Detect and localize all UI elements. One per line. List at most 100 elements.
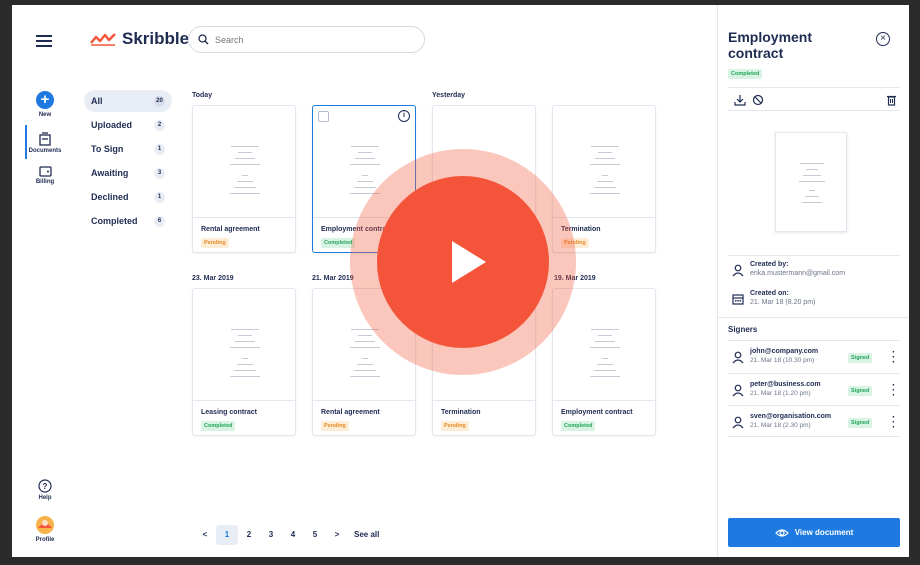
filter-label: All <box>91 96 103 106</box>
status-badge: Pending <box>201 238 229 248</box>
group-label-today: Today <box>192 92 213 99</box>
status-badge: Completed <box>728 69 763 79</box>
filter-count: 1 <box>154 191 165 203</box>
profile-label: Profile <box>35 537 55 543</box>
divider <box>718 317 909 318</box>
trash-icon[interactable] <box>886 94 897 106</box>
filter-to-sign[interactable]: To Sign 1 <box>84 138 172 160</box>
panel-toolbar <box>728 87 900 111</box>
search-icon <box>198 34 209 45</box>
page-4-button[interactable]: 4 <box>282 525 304 545</box>
panel-title: Employment contract <box>728 29 813 61</box>
block-icon[interactable] <box>752 94 764 106</box>
created-by-value: erika.mustermann@gmail.com <box>750 270 846 277</box>
calendar-icon <box>732 294 744 305</box>
page-1-button[interactable]: 1 <box>216 525 238 545</box>
select-checkbox[interactable] <box>318 111 329 122</box>
rail-item-profile[interactable]: Profile <box>12 515 78 543</box>
rail-item-help[interactable]: ? Help <box>12 479 78 501</box>
status-badge: Pending <box>321 421 349 431</box>
avatar <box>36 516 54 534</box>
see-all-link[interactable]: See all <box>354 525 379 545</box>
signers-heading: Signers <box>728 325 758 334</box>
eye-icon <box>774 528 789 537</box>
document-preview[interactable] <box>775 132 847 232</box>
group-label-yesterday: Yesterday <box>432 92 466 99</box>
page-3-button[interactable]: 3 <box>260 525 282 545</box>
document-title: Termination <box>441 409 481 416</box>
created-on-label: Created on: <box>750 290 789 297</box>
brand-logo[interactable]: Skribble <box>90 25 189 53</box>
signer-date: 21. Mar 18 (1.20 pm) <box>750 390 811 397</box>
documents-icon <box>39 132 51 146</box>
search-bar[interactable] <box>188 26 425 53</box>
filter-count: 3 <box>154 167 165 179</box>
more-options-icon[interactable]: · · · <box>892 381 895 401</box>
filter-completed[interactable]: Completed 6 <box>84 210 172 232</box>
page-5-button[interactable]: 5 <box>304 525 326 545</box>
view-document-label: View document <box>794 528 854 537</box>
more-options-icon[interactable]: · · · <box>892 348 895 368</box>
filter-awaiting[interactable]: Awaiting 3 <box>84 162 172 184</box>
signed-badge: Signed <box>848 386 873 396</box>
filter-declined[interactable]: Declined 1 <box>84 186 172 208</box>
filter-count: 6 <box>154 215 165 227</box>
document-card[interactable]: Leasing contract Completed <box>192 288 296 436</box>
help-icon: ? <box>38 479 52 493</box>
filter-count: 1 <box>154 143 165 155</box>
plus-icon: + <box>36 91 54 109</box>
signer-date: 21. Mar 18 (10.30 pm) <box>750 357 815 364</box>
wallet-icon <box>38 166 52 177</box>
search-input[interactable] <box>215 34 405 45</box>
signer-email: sven@organisation.com <box>750 413 832 420</box>
document-thumbnail <box>553 289 655 401</box>
filter-label: Completed <box>91 216 138 226</box>
info-icon[interactable]: i <box>398 110 410 122</box>
document-card[interactable]: Employment contract Completed <box>552 288 656 436</box>
next-page-button[interactable]: > <box>326 525 348 545</box>
rail-item-billing[interactable]: Billing <box>12 165 78 185</box>
signer-icon <box>732 351 744 364</box>
group-label-date: 21. Mar 2019 <box>312 275 354 282</box>
created-by-label: Created by: <box>750 261 789 268</box>
download-icon[interactable] <box>734 94 746 106</box>
filter-label: Uploaded <box>91 120 133 130</box>
skribble-logo-icon <box>90 33 116 46</box>
page-2-button[interactable]: 2 <box>238 525 260 545</box>
signer-row[interactable]: peter@business.com 21. Mar 18 (1.20 pm) … <box>728 373 900 405</box>
document-thumbnail <box>193 106 295 218</box>
prev-page-button[interactable]: < <box>194 525 216 545</box>
brand-name: Skribble <box>122 29 190 48</box>
signer-row[interactable]: john@company.com 21. Mar 18 (10.30 pm) S… <box>728 340 900 372</box>
status-badge: Completed <box>201 421 236 431</box>
document-thumbnail <box>553 106 655 218</box>
menu-icon[interactable] <box>36 35 52 47</box>
billing-label: Billing <box>35 179 55 185</box>
signed-badge: Signed <box>848 418 873 428</box>
document-title: Leasing contract <box>201 409 258 416</box>
status-badge: Pending <box>441 421 469 431</box>
created-on-row: Created on: 21. Mar 18 (8.20 pm) <box>728 285 900 315</box>
filter-label: To Sign <box>91 144 124 154</box>
status-filter-list: All 20 Uploaded 2 To Sign 1 Awaiting 3 D… <box>84 90 172 234</box>
document-details-panel: Employment contract × Completed Created … <box>717 5 909 557</box>
rail-item-documents[interactable]: Documents <box>12 132 78 154</box>
close-icon[interactable]: × <box>876 32 890 46</box>
signer-icon <box>732 416 744 429</box>
new-button[interactable]: + New <box>12 91 78 118</box>
document-card[interactable]: Rental agreement Pending <box>192 105 296 253</box>
documents-label: Documents <box>28 148 62 154</box>
document-thumbnail <box>193 289 295 401</box>
filter-count: 20 <box>154 95 165 107</box>
view-document-button[interactable]: View document <box>728 518 900 547</box>
more-options-icon[interactable]: · · · <box>892 413 895 433</box>
filter-all[interactable]: All 20 <box>84 90 172 112</box>
filter-label: Awaiting <box>91 168 129 178</box>
signer-email: john@company.com <box>750 348 819 355</box>
new-label: New <box>38 112 52 118</box>
created-by-row: Created by: erika.mustermann@gmail.com <box>728 255 900 285</box>
signer-row[interactable]: sven@organisation.com 21. Mar 18 (2.30 p… <box>728 405 900 437</box>
filter-uploaded[interactable]: Uploaded 2 <box>84 114 172 136</box>
play-icon <box>452 241 486 283</box>
signer-date: 21. Mar 18 (2.30 pm) <box>750 422 811 429</box>
